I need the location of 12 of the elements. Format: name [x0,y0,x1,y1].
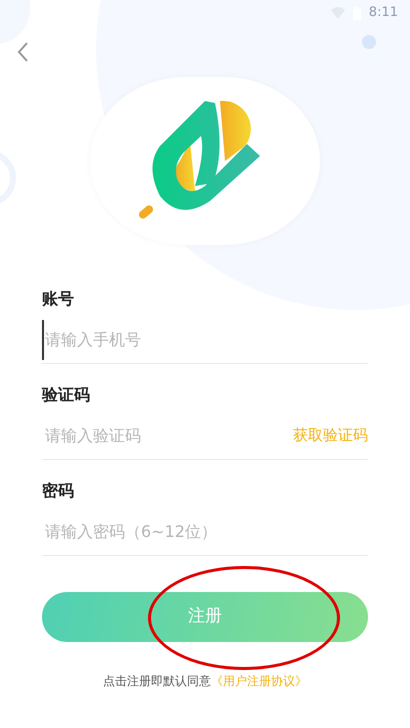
field-label: 密码 [42,480,75,502]
agreement-link[interactable]: 《用户注册协议》 [211,674,307,688]
field-label: 验证码 [42,384,91,406]
register-button[interactable]: 注册 [42,592,368,642]
field-label: 账号 [42,288,75,310]
back-icon[interactable] [17,42,29,62]
input-field[interactable]: 请输入密码（6~12位） [42,512,368,552]
status-time: 8:11 [368,4,398,22]
get-code-button[interactable]: 获取验证码 [293,424,368,447]
agreement-text: 点击注册即默认同意《用户注册协议》 [102,673,308,690]
input-field[interactable]: 请输入手机号 [42,320,368,360]
input-field[interactable]: 请输入验证码 [42,416,293,456]
